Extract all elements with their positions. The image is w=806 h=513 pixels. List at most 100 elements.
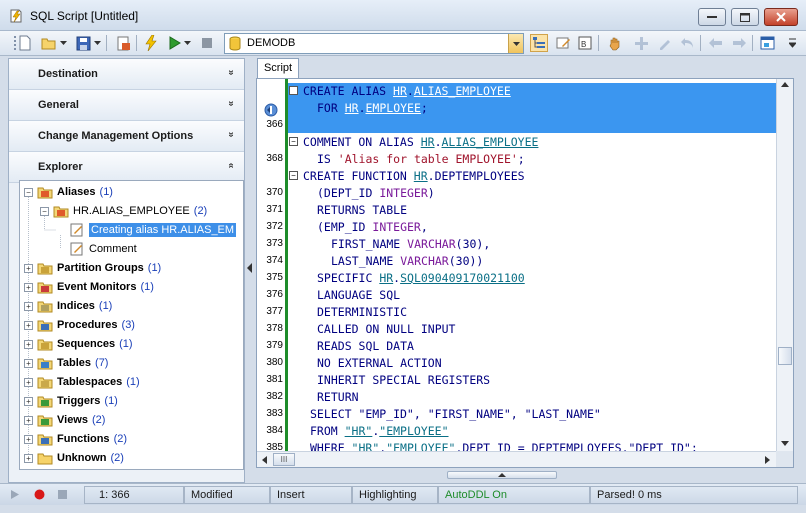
forward-button[interactable]	[730, 34, 748, 52]
code-line[interactable]: 377 DETERMINISTIC	[257, 304, 777, 321]
code-line[interactable]: FOR HR.EMPLOYEE;	[257, 100, 777, 117]
open-file-button[interactable]	[40, 34, 58, 52]
code-line[interactable]: 378 CALLED ON NULL INPUT	[257, 321, 777, 338]
code-token: IS	[317, 152, 338, 166]
code-line[interactable]: − CREATE ALIAS HR.ALIAS_EMPLOYEE	[257, 83, 777, 100]
sql-editor[interactable]: − CREATE ALIAS HR.ALIAS_EMPLOYEE FOR HR.EM…	[256, 78, 794, 468]
code-line[interactable]: 375 SPECIFIC HR.SQL090409170021100	[257, 270, 777, 287]
tree-node[interactable]: − HR.ALIAS_EMPLOYEE (2)	[40, 202, 207, 220]
script-options-button[interactable]	[114, 34, 132, 52]
fold-toggle-icon[interactable]: −	[289, 137, 298, 146]
section-change-management-options[interactable]: Change Management Options »	[9, 121, 244, 152]
play-icon[interactable]	[10, 489, 20, 503]
tree-node[interactable]: + Triggers (1)	[24, 392, 118, 410]
section-general[interactable]: General »	[9, 90, 244, 121]
tree-node[interactable]: + Sequences (1)	[24, 335, 133, 353]
tree-node[interactable]: Creating alias HR.ALIAS_EM	[56, 221, 237, 239]
expand-icon[interactable]: +	[24, 320, 33, 330]
script-properties-button[interactable]: B	[576, 34, 594, 52]
scroll-right-icon[interactable]	[765, 456, 770, 464]
add-bookmark-button[interactable]	[632, 34, 650, 52]
tree-node[interactable]: + Tablespaces (1)	[24, 373, 140, 391]
code-line[interactable]: 376 LANGUAGE SQL	[257, 287, 777, 304]
collapse-icon[interactable]: −	[24, 187, 33, 197]
horizontal-scroll-thumb[interactable]: III	[273, 453, 295, 466]
tree-view-toggle[interactable]	[530, 34, 548, 52]
code-line[interactable]: 379 READS SQL DATA	[257, 338, 777, 355]
section-destination[interactable]: Destination »	[9, 59, 244, 90]
code-line[interactable]: − COMMENT ON ALIAS HR.ALIAS_EMPLOYEE	[257, 134, 777, 151]
edit-script-button[interactable]	[554, 34, 572, 52]
tree-node[interactable]: + Event Monitors (1)	[24, 278, 154, 296]
back-button[interactable]	[706, 34, 724, 52]
code-line[interactable]: 380 NO EXTERNAL ACTION	[257, 355, 777, 372]
code-line[interactable]: 383 SELECT "EMP_ID", "FIRST_NAME", "LAST_…	[257, 406, 777, 423]
tab-script[interactable]: Script	[257, 58, 299, 78]
save-button[interactable]	[74, 34, 92, 52]
code-line[interactable]: 373 FIRST_NAME VARCHAR(30),	[257, 236, 777, 253]
code-line[interactable]: 381 INHERIT SPECIAL REGISTERS	[257, 372, 777, 389]
expand-icon[interactable]: +	[24, 396, 33, 406]
toolbar-overflow-button[interactable]	[786, 34, 798, 52]
tree-node[interactable]: + Procedures (3)	[24, 316, 135, 334]
collapse-icon[interactable]: −	[40, 206, 49, 216]
tree-node[interactable]: + Partition Groups (1)	[24, 259, 161, 277]
run-dropdown[interactable]	[182, 34, 192, 52]
code-line[interactable]: 370 (DEPT_ID INTEGER)	[257, 185, 777, 202]
new-file-button[interactable]	[16, 34, 34, 52]
tree-node[interactable]: + Unknown (2)	[24, 449, 124, 467]
execute-script-button[interactable]	[142, 34, 160, 52]
tree-node[interactable]: + Functions (2)	[24, 430, 127, 448]
hand-tool-button[interactable]	[606, 34, 624, 52]
expand-icon[interactable]: +	[24, 434, 33, 444]
expand-icon[interactable]: +	[24, 415, 33, 425]
code-line[interactable]: 374 LAST_NAME VARCHAR(30))	[257, 253, 777, 270]
edit-bookmark-button[interactable]	[656, 34, 674, 52]
code-line[interactable]: 371 RETURNS TABLE	[257, 202, 777, 219]
stop-button[interactable]	[198, 34, 216, 52]
database-select[interactable]: DEMODB	[224, 33, 524, 54]
code-line[interactable]: 368 IS 'Alias for table EMPLOYEE';	[257, 151, 777, 168]
code-line[interactable]: 384 FROM "HR"."EMPLOYEE"	[257, 423, 777, 440]
vertical-scroll-thumb[interactable]	[778, 347, 792, 365]
scroll-down-icon[interactable]	[781, 441, 789, 446]
code-line[interactable]: 382 RETURN	[257, 389, 777, 406]
open-file-dropdown[interactable]	[58, 34, 68, 52]
record-icon[interactable]	[34, 489, 45, 503]
scroll-up-icon[interactable]	[781, 82, 789, 87]
tree-node[interactable]: − Aliases (1)	[24, 183, 113, 201]
undo-button[interactable]	[678, 34, 696, 52]
vertical-scrollbar[interactable]	[776, 79, 793, 451]
scroll-left-icon[interactable]	[262, 456, 267, 464]
expand-icon[interactable]: +	[24, 282, 33, 292]
expand-icon[interactable]: +	[24, 301, 33, 311]
expand-icon[interactable]: +	[24, 358, 33, 368]
expand-icon[interactable]: +	[24, 263, 33, 273]
procedures-icon	[37, 318, 53, 332]
tree-node[interactable]: + Tables (7)	[24, 354, 108, 372]
maximize-button[interactable]	[731, 8, 759, 26]
section-explorer[interactable]: Explorer «	[9, 152, 244, 183]
expand-icon[interactable]: +	[24, 339, 33, 349]
bottom-panel-splitter[interactable]	[447, 471, 557, 479]
collapse-panel-icon[interactable]	[247, 263, 253, 273]
save-dropdown[interactable]	[92, 34, 102, 52]
minimize-button[interactable]	[698, 8, 726, 26]
tree-node[interactable]: + Views (2)	[24, 411, 105, 429]
code-line[interactable]: 372 (EMP_ID INTEGER,	[257, 219, 777, 236]
expand-icon[interactable]: +	[24, 377, 33, 387]
close-button[interactable]	[764, 8, 798, 26]
bookmark-icon[interactable]	[264, 103, 278, 120]
fold-toggle-icon[interactable]: −	[289, 86, 298, 95]
code-line[interactable]: 366	[257, 117, 777, 134]
stop-icon[interactable]	[58, 490, 67, 502]
database-dropdown-button[interactable]	[508, 34, 523, 53]
horizontal-scrollbar[interactable]: III	[257, 451, 776, 467]
tree-node[interactable]: + Indices (1)	[24, 297, 112, 315]
expand-icon[interactable]: +	[24, 453, 33, 463]
panel-splitter[interactable]	[245, 58, 255, 483]
window-mode-button[interactable]	[758, 34, 776, 52]
fold-toggle-icon[interactable]: −	[289, 171, 298, 180]
code-line[interactable]: − CREATE FUNCTION HR.DEPTEMPLOYEES	[257, 168, 777, 185]
tree-node[interactable]: Comment	[56, 240, 137, 258]
